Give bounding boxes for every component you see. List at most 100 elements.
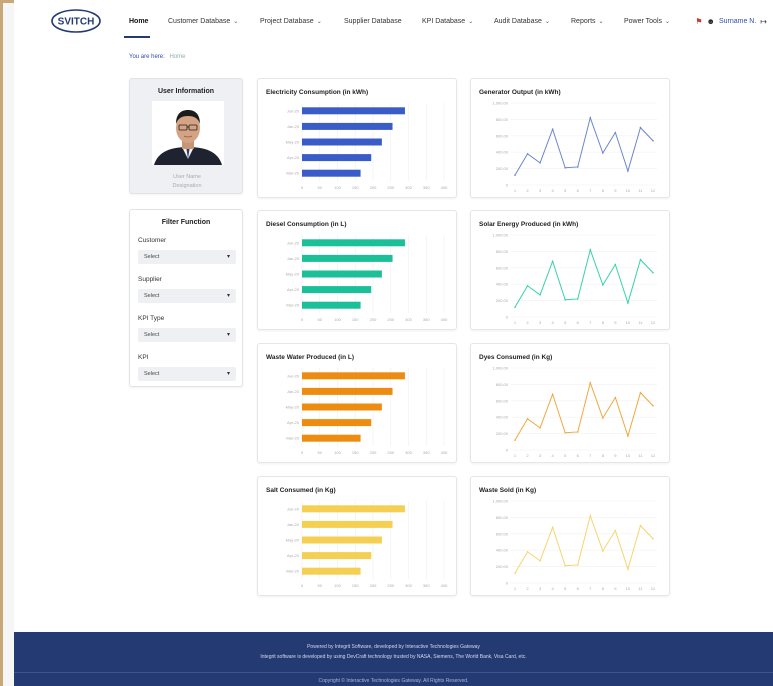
data-point[interactable] (539, 427, 541, 429)
bar[interactable] (302, 254, 393, 262)
data-point[interactable] (652, 271, 654, 274)
bar[interactable] (302, 301, 361, 309)
data-point[interactable] (652, 404, 654, 407)
data-point[interactable] (589, 381, 592, 384)
nav-item-supplier-database[interactable]: Supplier Database (344, 18, 402, 25)
data-point[interactable] (576, 298, 579, 300)
breadcrumb-current[interactable]: Home (169, 54, 185, 60)
data-point[interactable] (602, 417, 604, 419)
data-point[interactable] (652, 139, 654, 142)
data-point[interactable] (551, 128, 554, 131)
data-point[interactable] (639, 524, 642, 527)
filter-select-customer[interactable]: Select ▾ (138, 250, 236, 264)
data-point[interactable] (514, 306, 516, 308)
data-point[interactable] (627, 302, 629, 304)
bar[interactable] (302, 536, 382, 544)
bar[interactable] (302, 505, 405, 513)
data-point[interactable] (576, 564, 579, 566)
bar[interactable] (302, 372, 405, 380)
filter-select-kpi[interactable]: Select ▾ (138, 367, 236, 381)
x-tick-label: 1 (514, 453, 517, 458)
data-point[interactable] (576, 166, 579, 168)
data-point[interactable] (564, 564, 566, 567)
filter-label-supplier: Supplier (138, 276, 162, 283)
data-point[interactable] (564, 166, 566, 169)
data-point[interactable] (627, 568, 629, 570)
data-point[interactable] (564, 298, 566, 301)
data-point[interactable] (539, 162, 541, 164)
data-point[interactable] (614, 131, 617, 134)
x-tick-label: 50 (318, 317, 323, 322)
bar[interactable] (302, 169, 361, 177)
data-point[interactable] (514, 572, 516, 574)
data-point[interactable] (551, 393, 554, 396)
data-point[interactable] (526, 153, 529, 155)
user-name-label: User Name (173, 174, 201, 180)
data-point[interactable] (639, 258, 642, 261)
data-point[interactable] (614, 529, 617, 532)
data-point[interactable] (539, 560, 541, 562)
data-point[interactable] (526, 285, 529, 287)
bar[interactable] (302, 122, 393, 130)
data-point[interactable] (526, 418, 529, 420)
x-tick-label: 4 (552, 586, 555, 591)
data-point[interactable] (539, 294, 541, 296)
filter-select-supplier[interactable]: Select ▾ (138, 289, 236, 303)
data-point[interactable] (589, 248, 592, 251)
nav-item-project-database[interactable]: Project Database ⌄ (260, 18, 322, 25)
bar[interactable] (302, 107, 405, 115)
bar[interactable] (302, 138, 382, 146)
bar[interactable] (302, 552, 372, 560)
bar[interactable] (302, 419, 372, 427)
nav-item-kpi-database[interactable]: KPI Database ⌄ (422, 18, 473, 25)
x-tick-label: 6 (577, 320, 580, 325)
filter-select-kpi-type[interactable]: Select ▾ (138, 328, 236, 342)
bar[interactable] (302, 270, 382, 278)
user-name[interactable]: Surname N. (719, 18, 756, 25)
data-point[interactable] (551, 260, 554, 263)
data-point[interactable] (589, 514, 592, 517)
nav-item-reports[interactable]: Reports ⌄ (571, 18, 604, 25)
bar[interactable] (302, 387, 393, 395)
nav-item-audit-database[interactable]: Audit Database ⌄ (494, 18, 550, 25)
bar[interactable] (302, 520, 393, 528)
data-point[interactable] (564, 431, 566, 434)
chart-title: Electricity Consumption (in kWh) (266, 89, 369, 96)
logout-icon[interactable]: ↦ (760, 17, 767, 26)
x-tick-label: 7 (589, 586, 592, 591)
series-line[interactable] (514, 514, 654, 574)
data-point[interactable] (614, 263, 617, 266)
data-point[interactable] (639, 126, 642, 129)
chevron-down-icon: ⌄ (468, 19, 474, 25)
notification-icon[interactable]: ⚑ (695, 17, 702, 26)
bar[interactable] (302, 286, 372, 294)
data-point[interactable] (639, 391, 642, 394)
data-point[interactable] (589, 116, 592, 119)
bar[interactable] (302, 567, 361, 575)
data-point[interactable] (614, 396, 617, 399)
bar[interactable] (302, 239, 405, 247)
svitch-logo[interactable]: SVITCH (50, 8, 102, 34)
series-line[interactable] (514, 248, 654, 308)
nav-item-home[interactable]: Home (129, 18, 148, 25)
data-point[interactable] (526, 551, 529, 553)
data-point[interactable] (602, 550, 604, 552)
series-line[interactable] (514, 116, 654, 176)
data-point[interactable] (627, 170, 629, 172)
nav-item-power-tools[interactable]: Power Tools ⌄ (624, 18, 670, 25)
data-point[interactable] (602, 152, 604, 154)
bar[interactable] (302, 434, 361, 442)
data-point[interactable] (551, 526, 554, 529)
x-tick-label: 300 (405, 185, 412, 190)
data-point[interactable] (627, 435, 629, 437)
series-line[interactable] (514, 381, 654, 441)
data-point[interactable] (652, 537, 654, 540)
bar[interactable] (302, 403, 382, 411)
data-point[interactable] (602, 284, 604, 286)
data-point[interactable] (576, 431, 579, 433)
data-point[interactable] (514, 439, 516, 441)
user-icon[interactable]: ☻ (707, 17, 715, 26)
data-point[interactable] (514, 174, 516, 176)
bar[interactable] (302, 154, 372, 162)
nav-item-customer-database[interactable]: Customer Database ⌄ (168, 18, 238, 25)
